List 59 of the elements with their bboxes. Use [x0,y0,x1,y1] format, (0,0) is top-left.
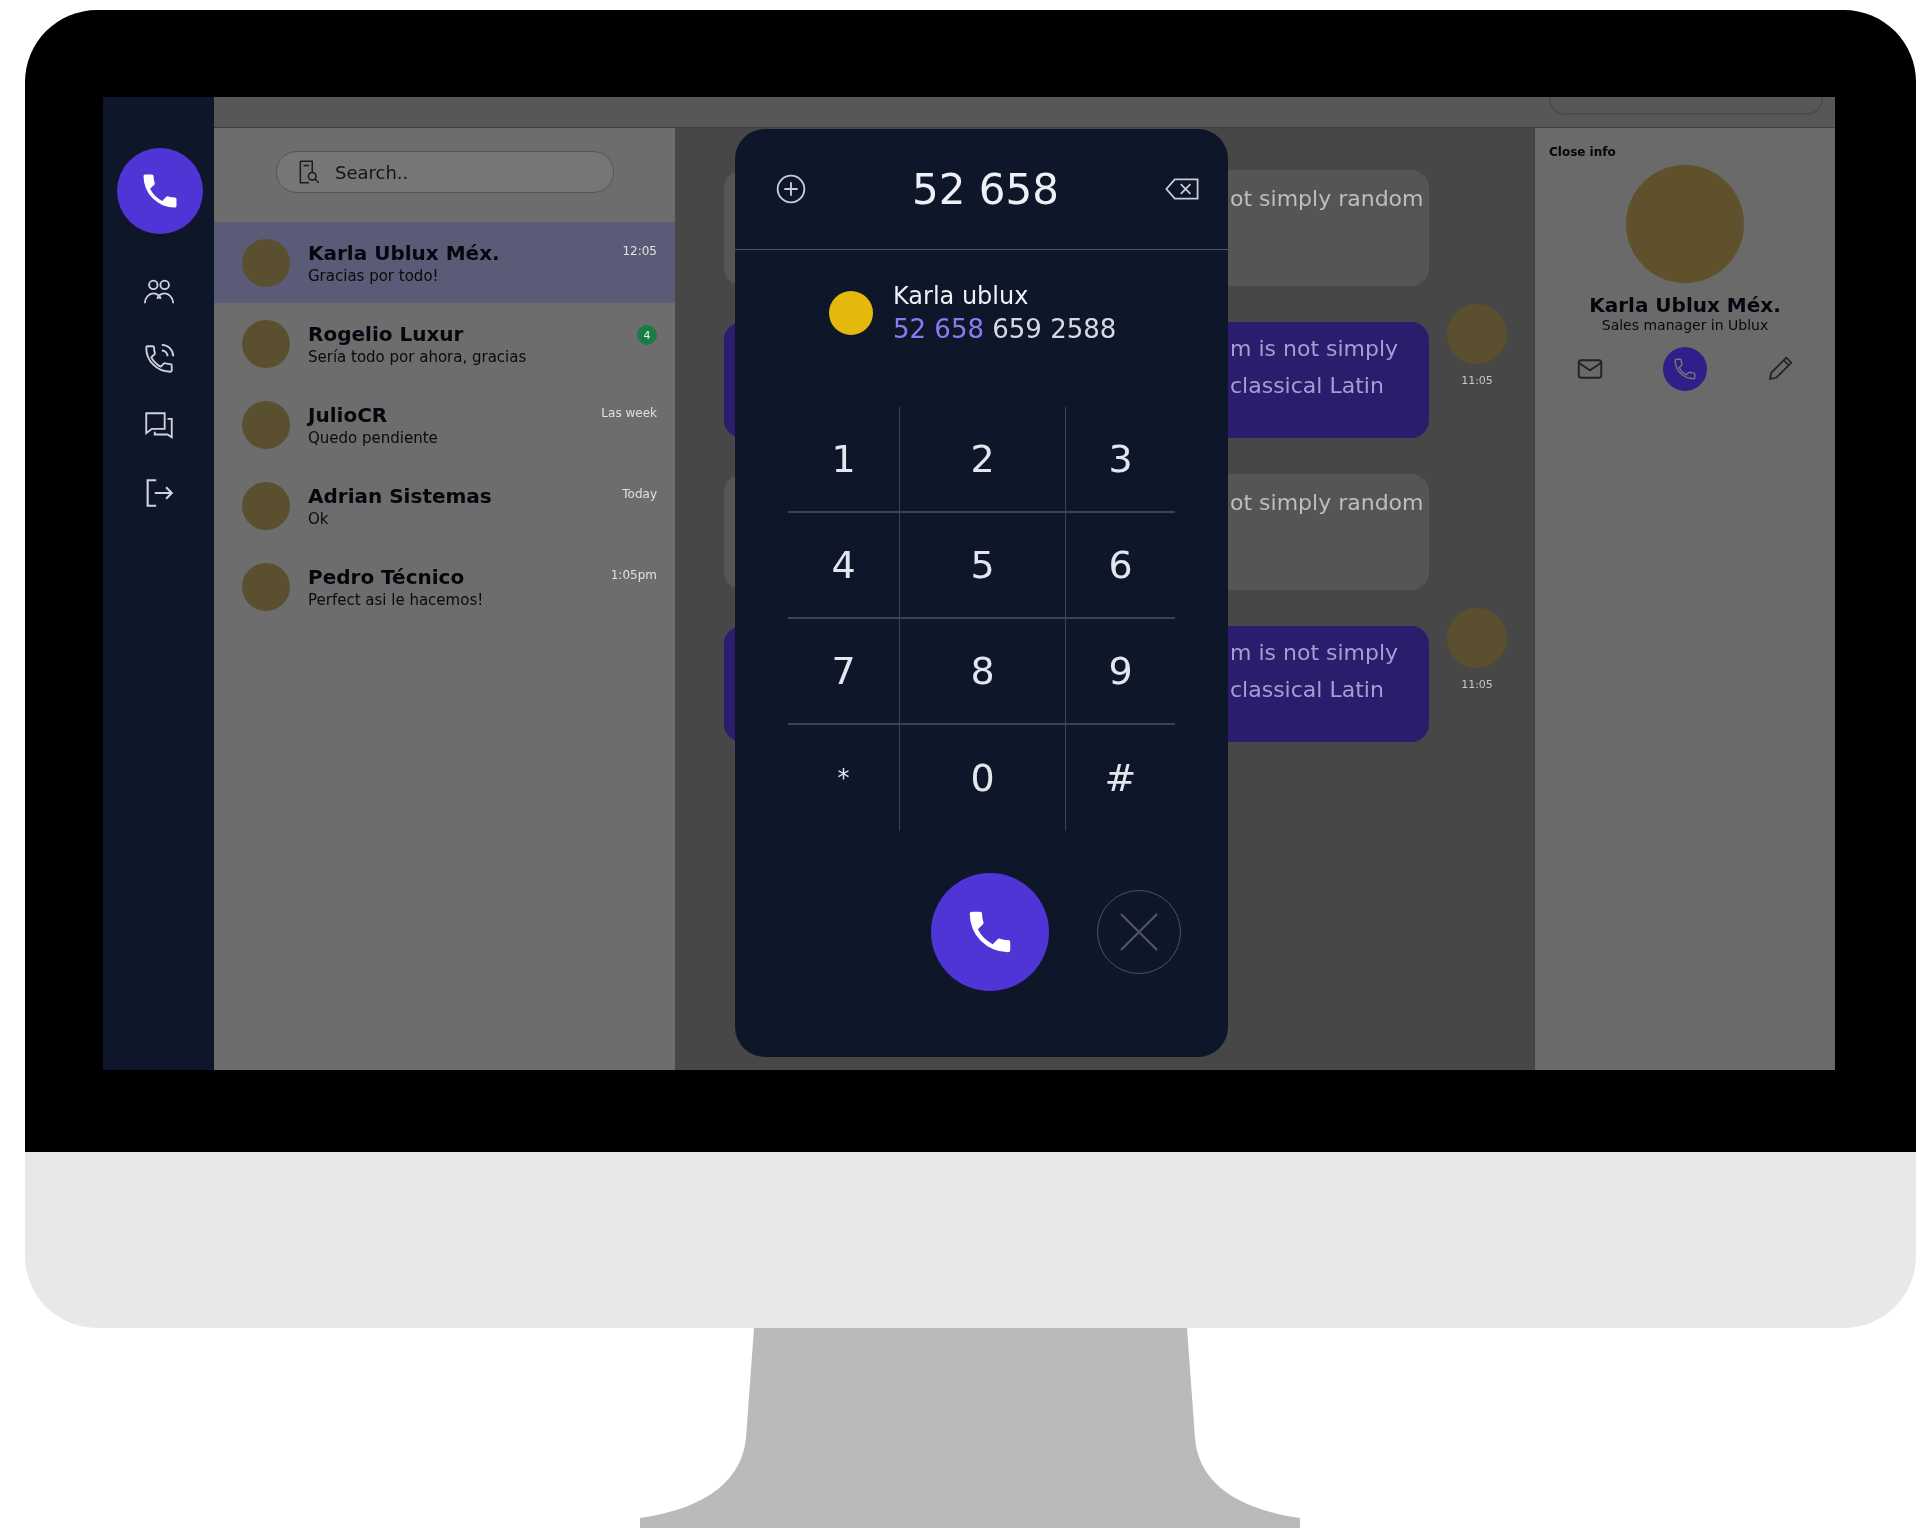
message-preview: Sería todo por ahora, gracias [308,347,528,366]
add-icon[interactable] [775,173,807,205]
contact-name: Adrian Sistemas [308,483,493,508]
message-text: m is not simply [1230,336,1400,361]
conversation-item[interactable]: Adrian Sistemas Ok Today [214,465,675,546]
avatar-photo [1447,608,1507,668]
search-field[interactable]: Search.. [276,151,614,193]
conversation-item[interactable]: Karla Ublux Méx. Gracias por todo! 12:05 [214,222,675,303]
message-time: 11:05 [1461,678,1493,691]
backspace-icon[interactable] [1164,177,1200,201]
keypad-key[interactable]: 0 [900,725,1066,831]
keypad-key[interactable]: # [1066,725,1175,831]
keypad-key[interactable]: 2 [900,407,1066,513]
message-text: classical Latin [1230,677,1385,702]
close-info-link[interactable]: Close info [1549,145,1616,159]
avatar-photo [242,238,290,287]
keypad-key[interactable]: 4 [788,513,900,619]
contact-name: Karla ublux [893,282,1030,310]
message-preview: Perfect asi le hacemos! [308,590,485,609]
message-text: ot simply random [1230,186,1425,211]
message-preview: Gracias por todo! [308,266,440,285]
conversation-item[interactable]: Pedro Técnico Perfect asi le hacemos! 1:05pm [214,546,675,627]
dialed-number: 52 658 [912,164,1059,214]
message-time: Today [622,487,657,501]
avatar-photo [1447,304,1507,364]
message-text: m is not simply [1230,640,1400,665]
contact-name: JulioCR [308,402,389,427]
conversation-item[interactable]: JulioCR Quedo pendiente Las week [214,384,675,465]
contact-name: Karla Ublux Méx. [1589,293,1781,317]
contact-name: Pedro Técnico [308,564,466,589]
keypad-key[interactable]: 1 [788,407,900,513]
phone-icon [1672,356,1698,382]
message-preview: Ok [308,509,330,528]
keypad-key[interactable]: 7 [788,619,900,725]
keypad-key[interactable]: 8 [900,619,1066,725]
avatar-photo [242,481,290,530]
avatar-photo [829,291,873,335]
message-time: 11:05 [1461,374,1493,387]
contact-name: Karla Ublux Méx. [308,240,501,265]
avatar-photo [242,400,290,449]
message-text: ot simply random [1230,490,1425,515]
contact-suggestion[interactable]: Karla ublux 52 658 659 2588 [829,282,1117,344]
keypad-key[interactable]: 5 [900,513,1066,619]
keypad-key[interactable]: * [788,725,900,831]
unread-badge: 4 [637,325,657,345]
avatar-photo [242,562,290,611]
avatar-photo [242,319,290,368]
keypad-key[interactable]: 9 [1066,619,1175,725]
message-time: 12:05 [622,244,657,258]
phone-number: 52 658 659 2588 [893,314,1117,344]
keypad-key[interactable]: 6 [1066,513,1175,619]
message-preview: Quedo pendiente [308,428,439,447]
contact-name: Rogelio Luxur [308,321,465,346]
keypad-key[interactable]: 3 [1066,407,1175,513]
contact-role: Sales manager in Ublux [1601,317,1769,333]
conversation-item[interactable]: Rogelio Luxur Sería todo por ahora, gracias 4 [214,303,675,384]
message-time: 1:05pm [610,568,657,582]
message-text: classical Latin [1230,373,1385,398]
message-time: Las week [601,406,657,420]
